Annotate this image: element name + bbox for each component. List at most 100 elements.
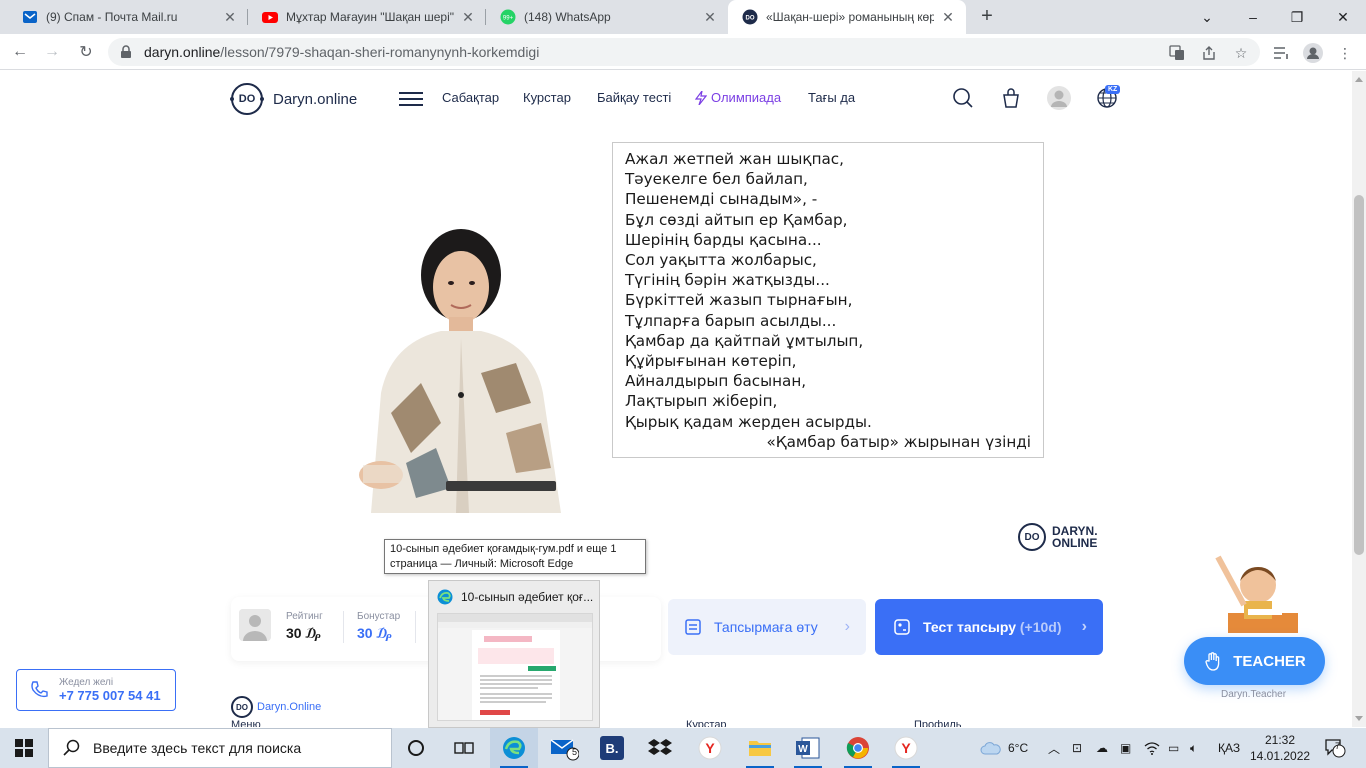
poem-line: Ажал жетпей жан шықпас, (625, 150, 844, 168)
lesson-video[interactable]: Ажал жетпей жан шықпас, Тәуекелге бел ба… (231, 125, 1119, 555)
poem-line: Тәуекелге бел байлап, (625, 170, 808, 189)
footer-logo[interactable]: DO Daryn.Online (231, 696, 321, 718)
user-avatar[interactable] (1047, 86, 1071, 110)
address-bar[interactable]: daryn.online/lesson/7979-shaqan-sheri-ro… (108, 38, 1260, 66)
task-view-icon[interactable] (440, 728, 488, 768)
back-icon[interactable]: ← (8, 40, 32, 64)
hand-icon (1205, 652, 1220, 671)
tab-mail[interactable]: (9) Спам - Почта Mail.ru ✕ (8, 0, 248, 34)
word-icon[interactable]: W (784, 728, 832, 768)
footer-logo-badge: DO (231, 696, 253, 718)
clock-time: 21:32 (1264, 733, 1296, 747)
clock-date: 14.01.2022 (1250, 749, 1311, 763)
mail-app-icon[interactable]: 5 (540, 728, 588, 768)
page-scrollbar[interactable] (1352, 71, 1366, 727)
scroll-down-icon[interactable] (1355, 716, 1363, 721)
tab-whatsapp[interactable]: 99+ (148) WhatsApp ✕ (486, 0, 728, 34)
scroll-up-icon[interactable] (1355, 77, 1363, 82)
menu-icon[interactable]: ⋮ (1334, 42, 1356, 64)
close-icon[interactable]: ✕ (702, 9, 718, 25)
poem-line: Лақтырып жіберіп, (625, 392, 778, 411)
file-explorer-icon[interactable] (736, 728, 784, 768)
poem-line: Тұлпарға барып асылды... (625, 311, 837, 330)
task-label: Тапсырмаға өту (714, 619, 818, 635)
notification-center-icon[interactable]: 7 (1324, 728, 1346, 768)
test-icon (894, 619, 910, 635)
tab-title: Мұхтар Мағауин "Шақан шері" ро (286, 10, 454, 24)
new-tab-button[interactable]: + (976, 6, 998, 28)
hamburger-menu-icon[interactable] (399, 92, 423, 106)
windows-start-icon[interactable] (0, 728, 48, 768)
hotline-widget[interactable]: Жедел желі +7 775 007 54 41 (16, 669, 176, 711)
test-label: Тест тапсыру (923, 619, 1016, 635)
svg-text:Y: Y (901, 740, 911, 756)
avatar (239, 609, 271, 641)
system-clock[interactable]: 21:32 14.01.2022 (1250, 732, 1310, 764)
minimize-icon[interactable]: – (1230, 0, 1276, 34)
wifi-icon[interactable] (1144, 728, 1160, 768)
bookmark-star-icon[interactable]: ☆ (1230, 42, 1252, 64)
youtube-icon (262, 9, 278, 25)
bonus-value: 30 ₯ (357, 625, 392, 641)
booking-icon[interactable]: B. (588, 728, 636, 768)
tooltip-line: страница — Личный: Microsoft Edge (390, 558, 574, 570)
forward-icon[interactable]: → (40, 40, 64, 64)
search-icon[interactable] (951, 86, 975, 110)
share-icon[interactable] (1198, 42, 1220, 64)
tab-title: «Шақан-шері» романының көрк (766, 10, 934, 24)
nav-olympiad[interactable]: Олимпиада (695, 90, 781, 105)
logo-text: Daryn.online (273, 90, 358, 108)
close-window-icon[interactable]: ✕ (1320, 0, 1366, 34)
phone-icon (31, 681, 48, 698)
tray-device-icon[interactable]: ⊡ (1072, 728, 1082, 768)
teacher-button[interactable]: TEACHER (1184, 637, 1325, 685)
bonus-stat: Бонустар 30 ₯ (357, 611, 400, 641)
tray-chevron-icon[interactable]: ︿ (1048, 728, 1060, 768)
go-to-task-button[interactable]: Тапсырмаға өту › (668, 599, 866, 655)
lock-icon[interactable] (120, 45, 134, 59)
scrollbar-thumb[interactable] (1354, 195, 1364, 555)
language-badge: KZ (1105, 85, 1121, 94)
yandex-browser-icon[interactable]: Y (686, 728, 734, 768)
reading-list-icon[interactable] (1270, 42, 1292, 64)
weather-widget[interactable]: 6°C (980, 728, 1028, 768)
keyboard-language[interactable]: ҚАЗ (1218, 728, 1240, 768)
dropbox-icon[interactable] (636, 728, 684, 768)
tab-search-icon[interactable]: ⌄ (1184, 0, 1230, 34)
edge-taskbar-icon[interactable] (490, 728, 538, 768)
thumbnail-preview (437, 613, 593, 721)
tab-youtube[interactable]: Мұхтар Мағауин "Шақан шері" ро ✕ (248, 0, 486, 34)
poem-line: Сол уақытта жолбарыс, (625, 251, 817, 270)
battery-icon[interactable]: ▭ (1168, 728, 1179, 768)
profile-icon[interactable] (1302, 42, 1324, 64)
tab-daryn[interactable]: DO «Шақан-шері» романының көрк ✕ (728, 0, 966, 34)
take-test-button[interactable]: Тест тапсыру (+10d) › (875, 599, 1103, 655)
poem-line: Бұл сөзді айтып ер Қамбар, (625, 210, 848, 229)
chrome-icon[interactable] (834, 728, 882, 768)
cortana-icon[interactable] (392, 728, 440, 768)
nav-lessons[interactable]: Сабақтар (442, 90, 499, 105)
onedrive-icon[interactable]: ☁ (1096, 728, 1108, 768)
reload-icon[interactable]: ↻ (74, 40, 98, 64)
tray-app-icon[interactable]: ▣ (1120, 728, 1131, 768)
poem-line: Құйрығынан көтеріп, (625, 352, 797, 371)
restore-icon[interactable]: ❐ (1274, 0, 1320, 34)
poem-line: Пешенемді сынадым», - (625, 190, 818, 209)
close-icon[interactable]: ✕ (222, 9, 238, 25)
translate-icon[interactable] (1166, 42, 1188, 64)
poem-line: Шерінің барды қасына... (625, 230, 822, 249)
close-icon[interactable]: ✕ (940, 9, 956, 25)
nav-more[interactable]: Тағы да (808, 90, 855, 105)
cart-icon[interactable] (999, 86, 1023, 110)
nav-practice-test[interactable]: Байқау тесті (597, 90, 671, 105)
close-icon[interactable]: ✕ (460, 9, 476, 25)
checklist-icon (685, 619, 701, 635)
nav-courses[interactable]: Курстар (523, 90, 571, 105)
site-logo[interactable]: DO Daryn.online (230, 83, 358, 115)
footer-logo-text: Daryn.Online (257, 701, 322, 713)
edge-window-thumbnail[interactable]: 10-сынып әдебиет қоғ... (428, 580, 600, 728)
yandex-icon[interactable]: Y (882, 728, 930, 768)
volume-icon[interactable]: 🔈︎ (1190, 728, 1197, 768)
taskbar-search-input[interactable]: Введите здесь текст для поиска (48, 728, 392, 768)
footer-col-menu: Меню (231, 719, 261, 727)
